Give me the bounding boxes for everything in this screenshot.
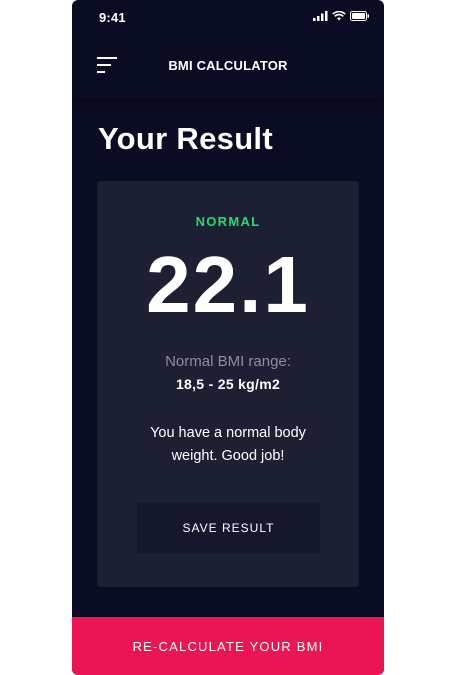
status-icons bbox=[313, 11, 370, 21]
bmi-status-label: NORMAL bbox=[195, 214, 261, 229]
result-card: NORMAL 22.1 Normal BMI range: 18,5 - 25 … bbox=[97, 181, 359, 587]
app-bar: BMI CALCULATOR bbox=[72, 34, 384, 98]
normal-range-value: 18,5 - 25 kg/m2 bbox=[175, 376, 281, 392]
bmi-value: 22.1 bbox=[146, 240, 310, 329]
save-result-button[interactable]: SAVE RESULT bbox=[137, 503, 320, 553]
phone-screen: 9:41 BMI CALCULATOR Your Result NORMAL 2… bbox=[72, 0, 384, 675]
battery-icon bbox=[350, 11, 369, 21]
signal-icon bbox=[313, 11, 328, 21]
status-time: 9:41 bbox=[99, 10, 126, 25]
app-title: BMI CALCULATOR bbox=[168, 58, 288, 73]
status-bar: 9:41 bbox=[72, 0, 384, 34]
normal-range-label: Normal BMI range: bbox=[165, 353, 291, 370]
wifi-icon bbox=[332, 11, 346, 21]
result-message: You have a normal body weight. Good job! bbox=[150, 425, 306, 464]
recalculate-button[interactable]: RE-CALCULATE YOUR BMI bbox=[72, 617, 384, 675]
page-title: Your Result bbox=[98, 121, 273, 156]
